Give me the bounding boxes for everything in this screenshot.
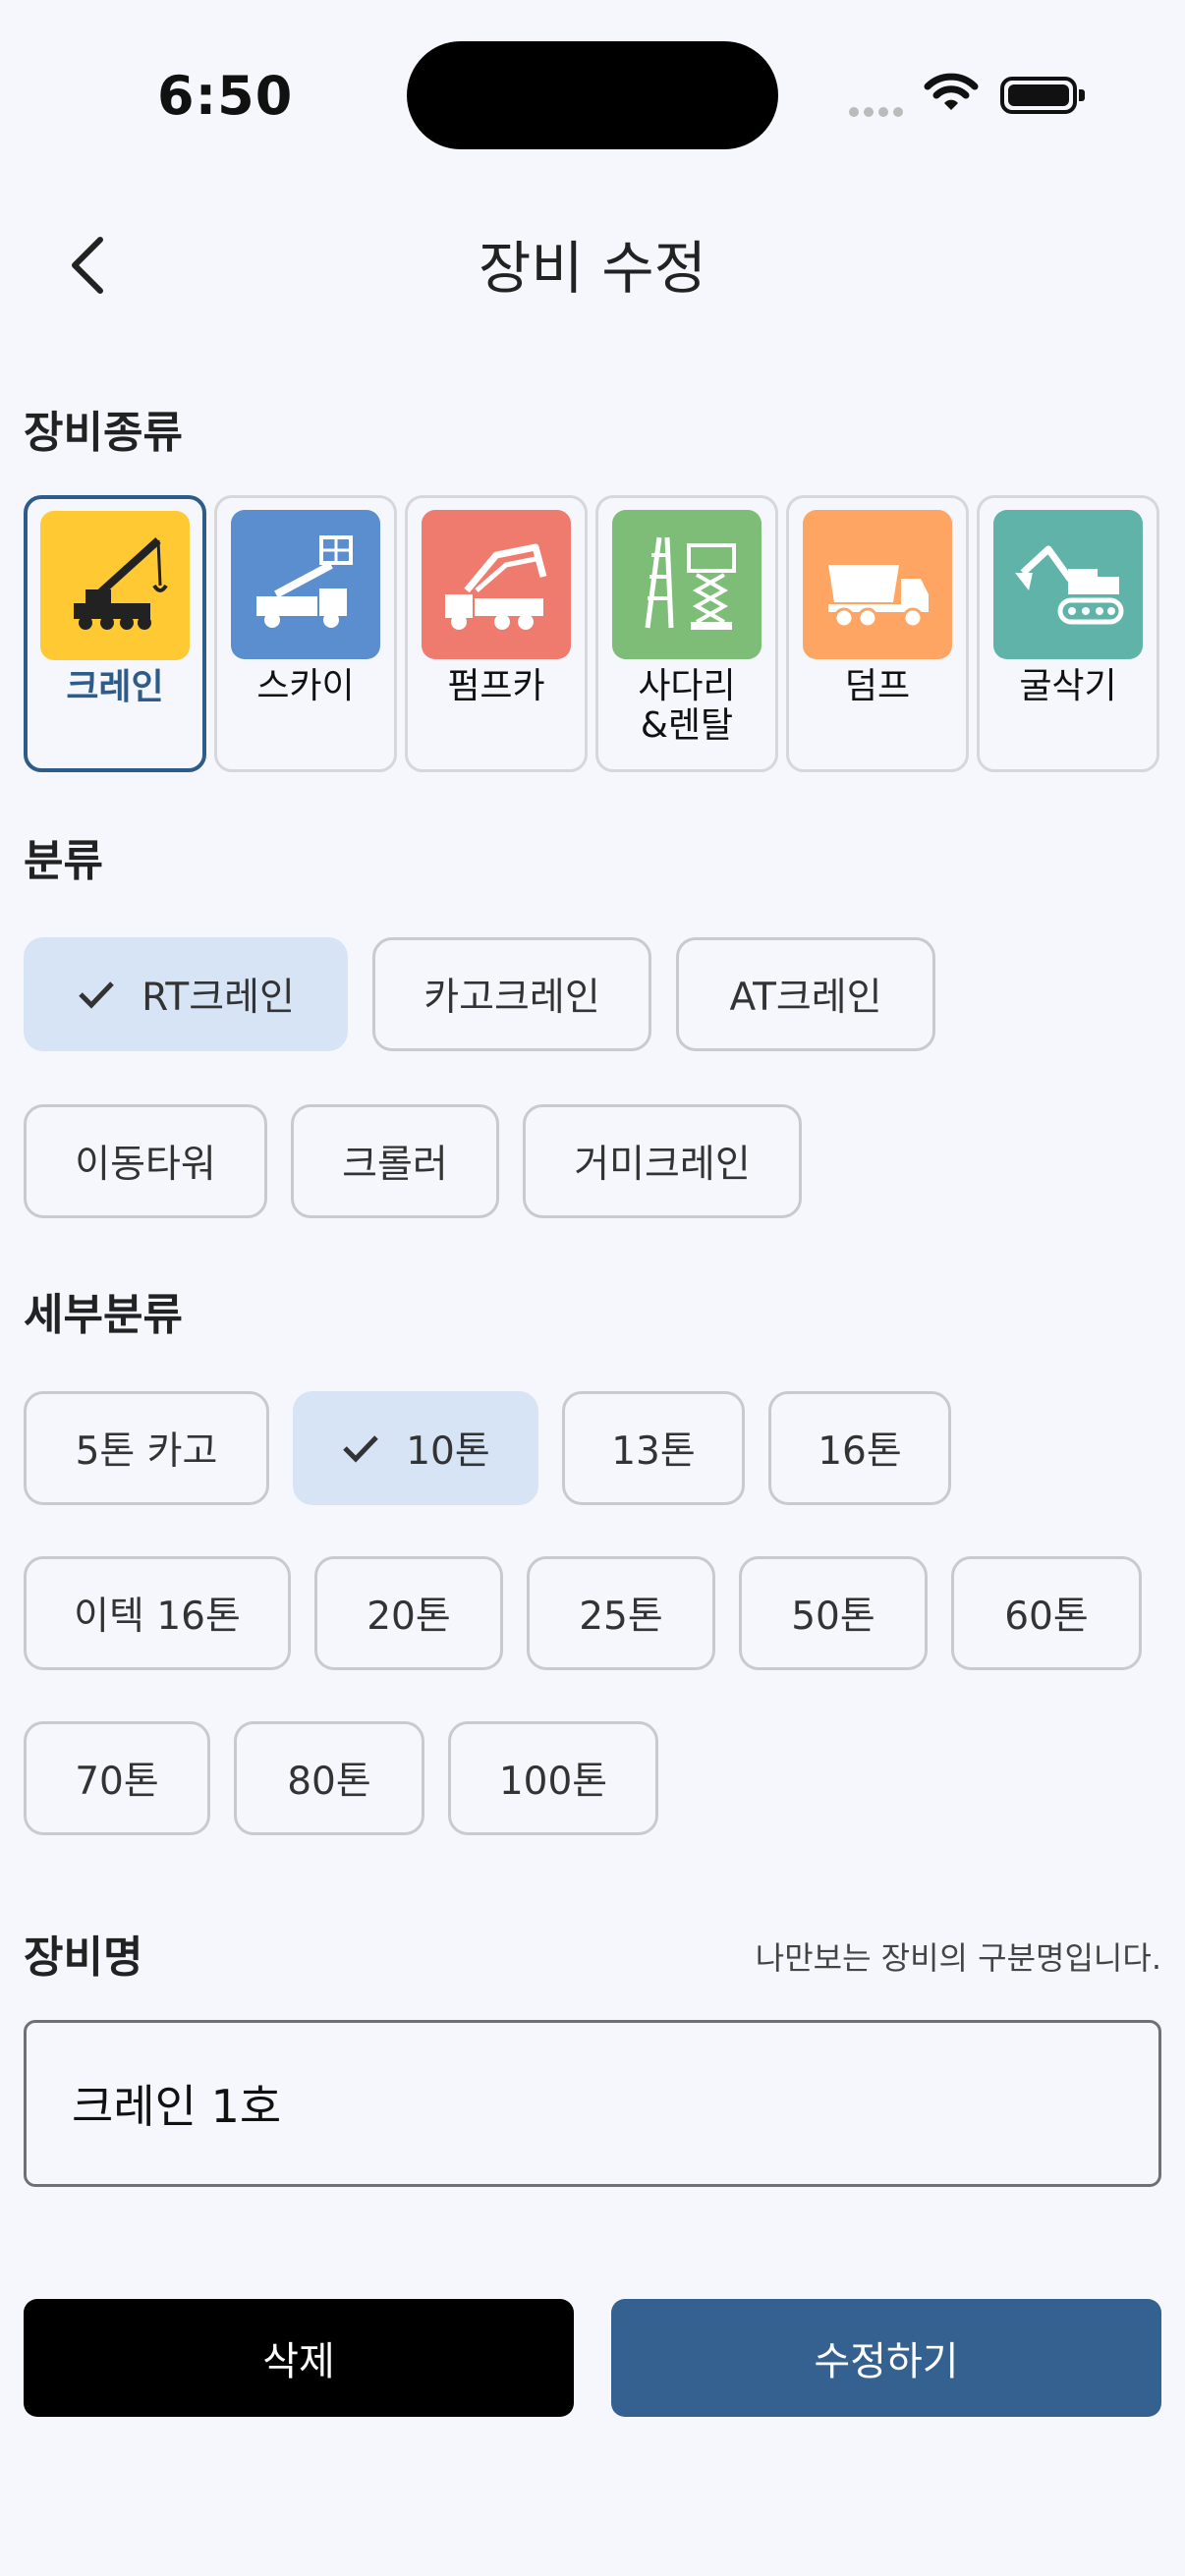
chip-label: 16톤 (818, 1429, 902, 1474)
equipment-type-label: 스카이 (256, 666, 355, 706)
category-chip-mobile-tower[interactable]: 이동타워 (24, 1104, 267, 1218)
subcategory-chip[interactable]: 100톤 (448, 1721, 658, 1835)
chip-label: 70톤 (75, 1760, 159, 1804)
equipment-type-dump[interactable]: 덤프 (786, 495, 969, 772)
subcategory-chip[interactable]: 5톤 카고 (24, 1391, 269, 1505)
subcategory-chip[interactable]: 70톤 (24, 1721, 210, 1835)
chip-label: 60톤 (1004, 1595, 1089, 1639)
equipment-type-label: 덤프 (844, 666, 911, 706)
category-chip-cargo-crane[interactable]: 카고크레인 (372, 937, 651, 1051)
chip-label: 100톤 (498, 1760, 608, 1804)
delete-button-label: 삭제 (262, 2339, 335, 2384)
equipment-type-label: 크레인 (66, 667, 164, 707)
chip-label: 20톤 (367, 1595, 451, 1639)
subcategory-chip[interactable]: 13톤 (562, 1391, 745, 1505)
crane-icon (40, 511, 190, 660)
chip-label: 80톤 (287, 1760, 371, 1804)
equipment-type-label: 펌프카 (447, 666, 545, 706)
chip-label: 카고크레인 (423, 976, 600, 1020)
chip-label: AT크레인 (729, 976, 882, 1020)
chip-label: 크롤러 (342, 1143, 448, 1187)
category-chip-crawler[interactable]: 크롤러 (291, 1104, 499, 1218)
chip-label: 50톤 (791, 1595, 875, 1639)
delete-button[interactable]: 삭제 (24, 2299, 574, 2417)
section-label-subcategory: 세부분류 (24, 1290, 183, 1340)
subcategory-chip[interactable]: 25톤 (527, 1556, 715, 1670)
chip-label: RT크레인 (141, 976, 295, 1020)
equipment-name-hint: 나만보는 장비의 구분명입니다. (755, 1939, 1161, 1977)
signal-dots-icon (849, 102, 908, 117)
chip-label: 13톤 (611, 1429, 696, 1474)
equipment-type-pump-car[interactable]: 펌프카 (405, 495, 588, 772)
chip-label: 거미크레인 (574, 1143, 751, 1187)
subcategory-chip[interactable]: 이텍 16톤 (24, 1556, 291, 1670)
edit-button-label: 수정하기 (814, 2339, 959, 2384)
section-label-category: 분류 (24, 836, 103, 886)
equipment-type-ladder-rental[interactable]: 사다리 &렌탈 (595, 495, 778, 772)
excavator-icon (993, 510, 1143, 659)
sky-lift-truck-icon (231, 510, 380, 659)
subcategory-chip[interactable]: 16톤 (768, 1391, 951, 1505)
subcategory-chip-selected[interactable]: 10톤 (293, 1391, 538, 1505)
battery-icon (1000, 77, 1085, 114)
category-chip-spider-crane[interactable]: 거미크레인 (523, 1104, 802, 1218)
wifi-icon (924, 71, 979, 118)
check-icon (341, 1433, 380, 1463)
pump-truck-icon (422, 510, 571, 659)
equipment-name-input[interactable]: 크레인 1호 (24, 2020, 1161, 2187)
subcategory-chip[interactable]: 20톤 (314, 1556, 503, 1670)
subcategory-chip[interactable]: 60톤 (951, 1556, 1142, 1670)
subcategory-chip[interactable]: 80톤 (234, 1721, 424, 1835)
section-label-equipment-name: 장비명 (24, 1932, 143, 1983)
ladder-scissor-lift-icon (612, 510, 762, 659)
check-icon (77, 980, 116, 1009)
category-chip-rt-crane[interactable]: RT크레인 (24, 937, 348, 1051)
equipment-type-crane[interactable]: 크레인 (24, 495, 206, 772)
chip-label: 이텍 16톤 (74, 1595, 241, 1639)
edit-button[interactable]: 수정하기 (611, 2299, 1161, 2417)
equipment-type-label: 사다리 &렌탈 (638, 666, 736, 746)
equipment-type-sky[interactable]: 스카이 (214, 495, 397, 772)
subcategory-chip[interactable]: 50톤 (739, 1556, 928, 1670)
section-label-equipment-type: 장비종류 (24, 408, 183, 458)
equipment-name-value: 크레인 1호 (72, 2080, 282, 2133)
dynamic-island (407, 41, 778, 149)
status-time: 6:50 (157, 65, 294, 127)
category-chip-at-crane[interactable]: AT크레인 (676, 937, 935, 1051)
status-bar: 6:50 (0, 0, 1185, 187)
chip-label: 10톤 (406, 1429, 490, 1474)
chip-label: 이동타워 (75, 1143, 216, 1187)
page-title: 장비 수정 (479, 235, 706, 302)
equipment-type-excavator[interactable]: 굴삭기 (977, 495, 1159, 772)
chip-label: 25톤 (579, 1595, 663, 1639)
equipment-type-label: 굴삭기 (1019, 666, 1117, 706)
chip-label: 5톤 카고 (75, 1429, 218, 1474)
dump-truck-icon (803, 510, 952, 659)
